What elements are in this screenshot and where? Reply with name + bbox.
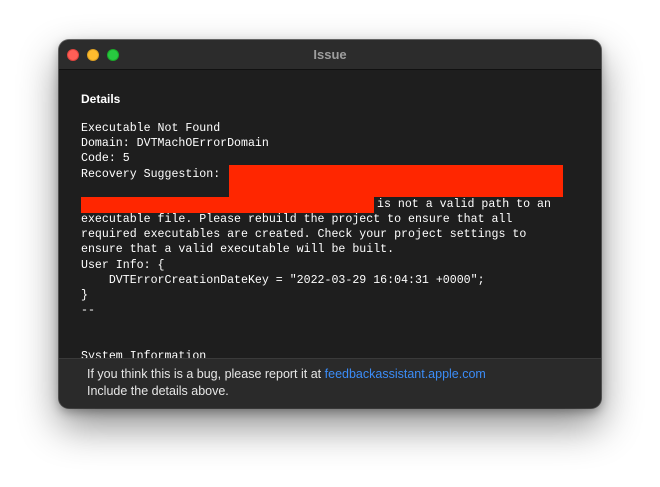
zoom-button[interactable] xyxy=(107,49,119,61)
detail-line-suggestion: executable file. Please rebuild the proj… xyxy=(81,213,513,226)
details-heading: Details xyxy=(81,92,121,106)
detail-line-suggestion: required executables are created. Check … xyxy=(81,228,527,241)
report-prefix: If you think this is a bug, please repor… xyxy=(87,367,325,381)
close-button[interactable] xyxy=(67,49,79,61)
report-bug-text: If you think this is a bug, please repor… xyxy=(87,367,486,381)
window-title: Issue xyxy=(313,47,347,62)
detail-line-domain: Domain: DVTMachOErrorDomain xyxy=(81,137,269,150)
details-scroll-area[interactable]: Details Executable Not Found Domain: DVT… xyxy=(59,70,601,358)
detail-line-suggestion: ensure that a valid executable will be b… xyxy=(81,243,395,256)
footer-bar: If you think this is a bug, please repor… xyxy=(59,358,601,408)
detail-line-separator: -- xyxy=(81,304,95,317)
detail-line-not-valid-path: is not a valid path to an xyxy=(377,198,551,211)
detail-line-date-key: DVTErrorCreationDateKey = "2022-03-29 16… xyxy=(81,274,485,287)
detail-line-error: Executable Not Found xyxy=(81,122,221,135)
minimize-button[interactable] xyxy=(87,49,99,61)
detail-line-recovery-label: Recovery Suggestion: xyxy=(81,168,221,181)
detail-line-user-info: User Info: { xyxy=(81,259,165,272)
system-information-heading: System Information xyxy=(81,350,207,358)
detail-line-close-brace: } xyxy=(81,289,88,302)
issue-window: Issue Details Executable Not Found Domai… xyxy=(59,40,601,408)
detail-line-code: Code: 5 xyxy=(81,152,130,165)
title-bar[interactable]: Issue xyxy=(59,40,601,70)
redaction-block xyxy=(81,197,374,213)
feedback-assistant-link[interactable]: feedbackassistant.apple.com xyxy=(325,367,486,381)
redaction-block xyxy=(229,165,563,197)
include-details-text: Include the details above. xyxy=(87,384,229,398)
